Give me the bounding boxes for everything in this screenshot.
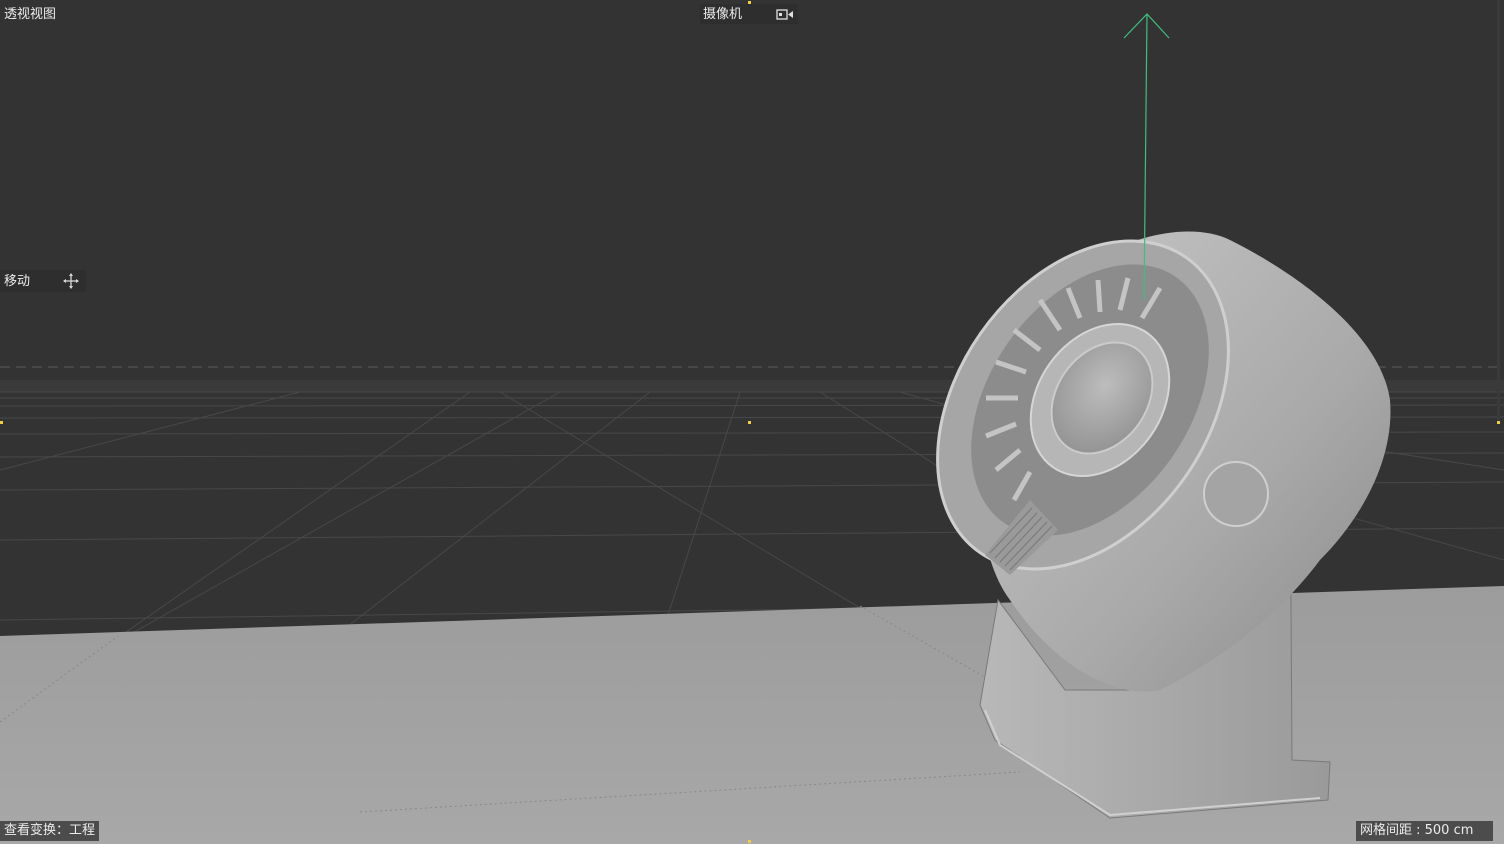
view-transform-label: 查看变换：工程 xyxy=(0,821,100,841)
camera-label[interactable]: 摄像机 xyxy=(703,6,742,24)
viewport-right-edge xyxy=(1497,0,1500,420)
grid-spacing-label: 网格间距 : 500 cm xyxy=(1356,821,1494,841)
viewport-scene[interactable] xyxy=(0,0,1504,844)
perspective-viewport[interactable]: 透视视图 摄像机 移动 查看变换：工程 网格间距 : 500 cm xyxy=(0,0,1504,844)
move-icon[interactable] xyxy=(63,273,79,289)
view-name-label[interactable]: 透视视图 xyxy=(4,6,56,24)
camera-icon[interactable] xyxy=(776,8,794,22)
fan-pivot-knob xyxy=(1203,461,1269,527)
tool-label[interactable]: 移动 xyxy=(4,273,30,291)
